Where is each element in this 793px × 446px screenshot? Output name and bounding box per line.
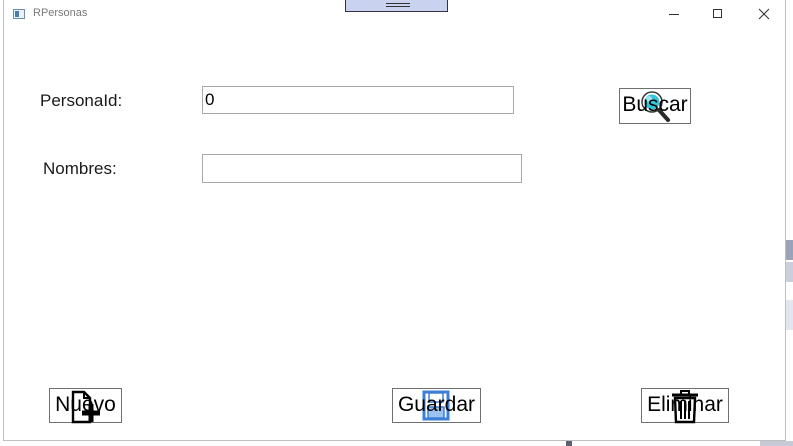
eliminar-button[interactable]: Eliminar [641, 388, 729, 424]
nuevo-button-label: Nuevo [55, 393, 116, 416]
maximize-icon [713, 9, 722, 18]
persona-id-input[interactable] [202, 86, 514, 114]
background-window-sliver [760, 441, 793, 446]
designer-drag-handle[interactable] [345, 0, 448, 12]
minimize-button[interactable] [652, 0, 698, 30]
rpersonas-window: RPersonas PersonaId: 0 Buscar Nombres: N… [3, 0, 786, 441]
close-button[interactable] [742, 0, 788, 30]
close-icon [758, 8, 770, 20]
nombres-label: Nombres: [43, 159, 117, 178]
guardar-button[interactable]: Guardar [392, 388, 481, 423]
title-bar[interactable]: RPersonas [4, 0, 785, 30]
nombres-input[interactable] [202, 154, 522, 183]
app-window-icon [13, 9, 25, 19]
maximize-button[interactable] [696, 0, 742, 30]
background-window-sliver [566, 441, 572, 446]
buscar-button-label: Buscar [622, 93, 688, 116]
minimize-icon [669, 14, 679, 15]
nuevo-button[interactable]: Nuevo [49, 388, 122, 424]
background-window-sliver [786, 240, 793, 260]
grip-icon [386, 3, 410, 7]
guardar-button-label: Guardar [397, 393, 476, 416]
desktop-background: RPersonas PersonaId: 0 Buscar Nombres: N… [0, 0, 793, 446]
background-window-sliver [786, 300, 793, 330]
background-window-sliver [786, 262, 793, 282]
eliminar-button-label: Eliminar [647, 393, 723, 416]
buscar-button[interactable]: Buscar [619, 88, 691, 124]
window-title: RPersonas [33, 7, 88, 19]
persona-id-label: PersonaId: [40, 91, 123, 110]
